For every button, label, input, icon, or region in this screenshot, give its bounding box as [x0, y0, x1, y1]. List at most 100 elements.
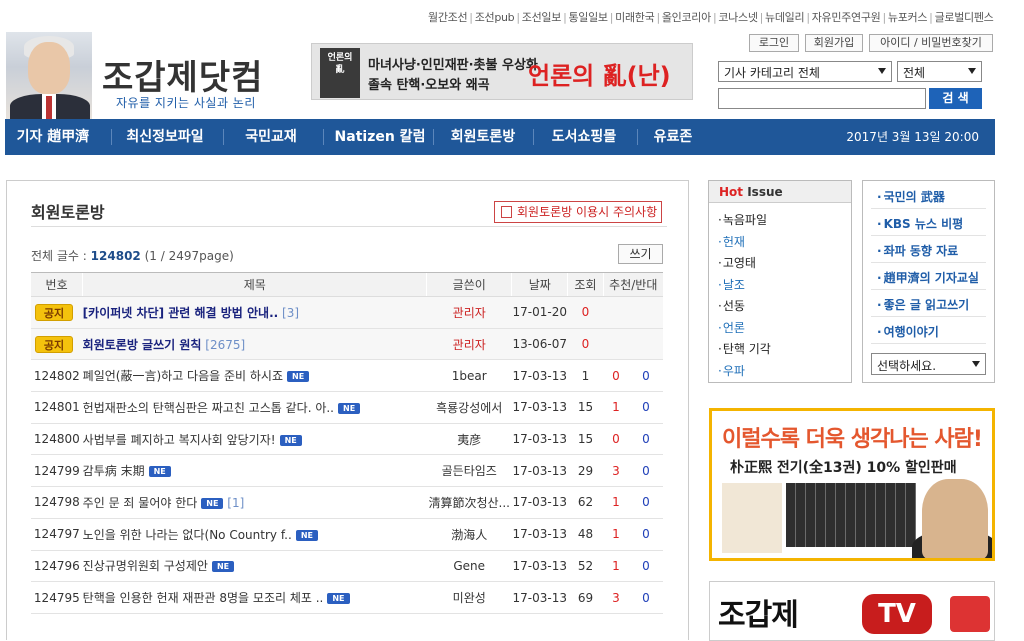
post-title[interactable]: 노인을 위한 나라는 없다(No Country f..: [83, 528, 292, 542]
top-link[interactable]: 뉴포커스: [888, 11, 928, 24]
notice-row[interactable]: 공지 [카이퍼넷 차단] 관련 해결 방법 안내.. [3] 관리자 17-01-20…: [31, 296, 663, 329]
nav-item[interactable]: 기자 趙甲濟: [5, 119, 101, 155]
join-button[interactable]: 회원가입: [805, 34, 863, 52]
post-number: 124800: [33, 432, 80, 447]
post-title[interactable]: 사법부를 폐지하고 복지사회 앞당기자!: [83, 433, 276, 447]
table-row[interactable]: 124798 주인 문 죄 물어야 한다 NE [1] 淸算節次청산... 17-03-…: [31, 486, 663, 519]
hot-issue-item[interactable]: 우파: [718, 362, 745, 379]
category-link[interactable]: 국민의 武器: [871, 185, 986, 209]
views-cell: 69: [567, 581, 604, 614]
scope-select[interactable]: 전체: [897, 61, 982, 82]
nav-separator: [323, 129, 324, 145]
category-link[interactable]: 좌파 동향 자료: [871, 239, 986, 263]
table-row[interactable]: 124802 폐일언(蔽一言)하고 다음을 준비 하시죠 NE 1bear 17-03-…: [31, 359, 663, 393]
top-link[interactable]: 통일일보: [568, 11, 608, 24]
category-links-select-value: 선택하세요.: [877, 359, 937, 373]
post-views: 62: [577, 495, 594, 510]
table-row[interactable]: 124796 진상규명위원회 구성제안 NE Gene 17-03-13 52 1 0: [31, 550, 663, 583]
new-badge: NE: [327, 593, 350, 605]
ad-book-cover: [722, 483, 782, 553]
author-cell: 1bear: [426, 359, 512, 393]
hot-issue-title: Hot Issue: [709, 181, 851, 203]
new-badge: NE: [201, 497, 224, 509]
post-views: 69: [577, 590, 594, 605]
top-link[interactable]: 뉴데일리: [765, 11, 805, 24]
category-link[interactable]: KBS 뉴스 비평: [871, 212, 986, 236]
login-button[interactable]: 로그인: [749, 34, 799, 52]
author-cell: 淸算節次청산...: [426, 486, 512, 519]
post-title-cell: 헌법재판소의 탄핵심판은 짜고친 고스톱 같다. 아.. NE: [82, 391, 427, 424]
notice-row[interactable]: 공지 회원토론방 글쓰기 원칙 [2675] 관리자 13-06-07 0: [31, 328, 663, 361]
hot-issue-item[interactable]: 언론: [718, 319, 745, 336]
top-link[interactable]: 글로벌디펜스: [935, 11, 994, 24]
recommend-count: 1: [612, 558, 620, 573]
post-title[interactable]: 헌법재판소의 탄핵심판은 짜고친 고스톱 같다. 아..: [83, 401, 334, 415]
write-button[interactable]: 쓰기: [618, 244, 663, 264]
recommend-cell: 1: [603, 486, 629, 519]
hot-issue-item[interactable]: 탄핵 기각: [718, 340, 771, 357]
post-author: 1bear: [451, 368, 487, 383]
date-cell: 17-03-13: [511, 550, 568, 583]
top-link[interactable]: 코나스넷: [718, 11, 758, 24]
nav-item[interactable]: 회원토론방: [433, 119, 533, 155]
hot-issue-item[interactable]: 헌재: [718, 233, 745, 250]
search-button[interactable]: 검 색: [929, 88, 982, 109]
table-row[interactable]: 124801 헌법재판소의 탄핵심판은 짜고친 고스톱 같다. 아.. NE 흑룡강성…: [31, 391, 663, 424]
header-banner[interactable]: 언론의 亂 마녀사냥·인민재판·촛불 우상화 졸속 탄핵·오보와 왜곡 언론의 …: [311, 43, 693, 100]
search-input[interactable]: [718, 88, 926, 109]
find-account-button[interactable]: 아이디 / 비밀번호찾기: [869, 34, 993, 52]
top-link[interactable]: 조선일보: [522, 11, 562, 24]
tv-ad-banner[interactable]: 조갑제 TV: [709, 581, 995, 641]
oppose-cell: 0: [628, 454, 663, 488]
category-links-select[interactable]: 선택하세요.: [871, 353, 986, 375]
date-cell: 13-06-07: [511, 328, 568, 361]
category-link[interactable]: 여행이야기: [871, 320, 986, 344]
link-separator: |: [806, 11, 810, 24]
top-link[interactable]: 미래한국: [615, 11, 655, 24]
oppose-cell: 0: [628, 423, 663, 456]
post-author: 淸算節次청산...: [428, 495, 510, 510]
oppose-cell: 0: [628, 359, 663, 393]
nav-item[interactable]: 유료존: [637, 119, 709, 155]
hot-issue-item[interactable]: 선동: [718, 297, 745, 314]
post-title[interactable]: 감투病 末期: [83, 464, 145, 478]
number-cell: 124802: [31, 359, 83, 393]
category-link[interactable]: 좋은 글 읽고쓰기: [871, 293, 986, 317]
post-title[interactable]: 탄핵을 인용한 헌재 재판관 8명을 모조리 체포 ..: [83, 591, 324, 605]
post-title[interactable]: 주인 문 죄 물어야 한다: [83, 496, 198, 510]
nav-item[interactable]: Natizen 칼럼: [323, 119, 437, 155]
date-cell: 17-03-13: [511, 581, 568, 614]
author-cell: 골든타임즈: [426, 454, 512, 488]
post-title[interactable]: 회원토론방 글쓰기 원칙: [83, 338, 202, 352]
site-logo[interactable]: 조갑제닷컴: [102, 50, 263, 99]
category-link[interactable]: 趙甲濟의 기자교실: [871, 266, 986, 290]
table-row[interactable]: 124800 사법부를 폐지하고 복지사회 앞당기자! NE 夷彦 17-03-13 15…: [31, 423, 663, 456]
link-separator: |: [759, 11, 764, 24]
nav-item[interactable]: 국민교재: [223, 119, 319, 155]
table-row[interactable]: 124797 노인을 위한 나라는 없다(No Country f.. NE 渤海人 1…: [31, 518, 663, 551]
nav-item[interactable]: 최신정보파일: [111, 119, 219, 155]
hot-issue-item[interactable]: 고영태: [718, 254, 756, 271]
ad-person-face: [922, 479, 988, 558]
top-link[interactable]: 올인코리아: [662, 11, 711, 24]
book-ad-banner[interactable]: 이럴수록 더욱 생각나는 사람! 朴正熙 전기(全13권) 10% 할인판매: [709, 408, 995, 561]
top-link[interactable]: 월간조선: [428, 11, 468, 24]
table-row[interactable]: 124795 탄핵을 인용한 헌재 재판관 8명을 모조리 체포 .. NE 미완성 1…: [31, 581, 663, 614]
table-row[interactable]: 124799 감투病 末期 NE 골든타임즈 17-03-13 29 3 0: [31, 454, 663, 488]
category-select[interactable]: 기사 카테고리 전체: [718, 61, 892, 82]
post-title-cell: 폐일언(蔽一言)하고 다음을 준비 하시죠 NE: [82, 359, 427, 393]
post-title[interactable]: 진상규명위원회 구성제안: [83, 559, 208, 573]
post-title[interactable]: [카이퍼넷 차단] 관련 해결 방법 안내..: [83, 306, 279, 320]
nav-item[interactable]: 도서쇼핑몰: [533, 119, 635, 155]
hot-issue-item[interactable]: 날조: [718, 276, 745, 293]
page-info: (1 / 2497page): [144, 249, 234, 263]
top-link[interactable]: 조선pub: [475, 11, 515, 24]
hot-issue-item[interactable]: 녹음파일: [718, 211, 767, 228]
post-title[interactable]: 폐일언(蔽一言)하고 다음을 준비 하시죠: [83, 369, 283, 383]
chevron-down-icon: [878, 68, 886, 74]
board-notice-button[interactable]: 회원토론방 이용시 주의사항: [494, 201, 662, 223]
total-count: 전체 글수 : 124802 (1 / 2497page): [31, 247, 234, 264]
top-link[interactable]: 자유민주연구원: [812, 11, 881, 24]
post-views: 29: [577, 463, 594, 478]
post-date: 17-03-13: [512, 368, 567, 383]
